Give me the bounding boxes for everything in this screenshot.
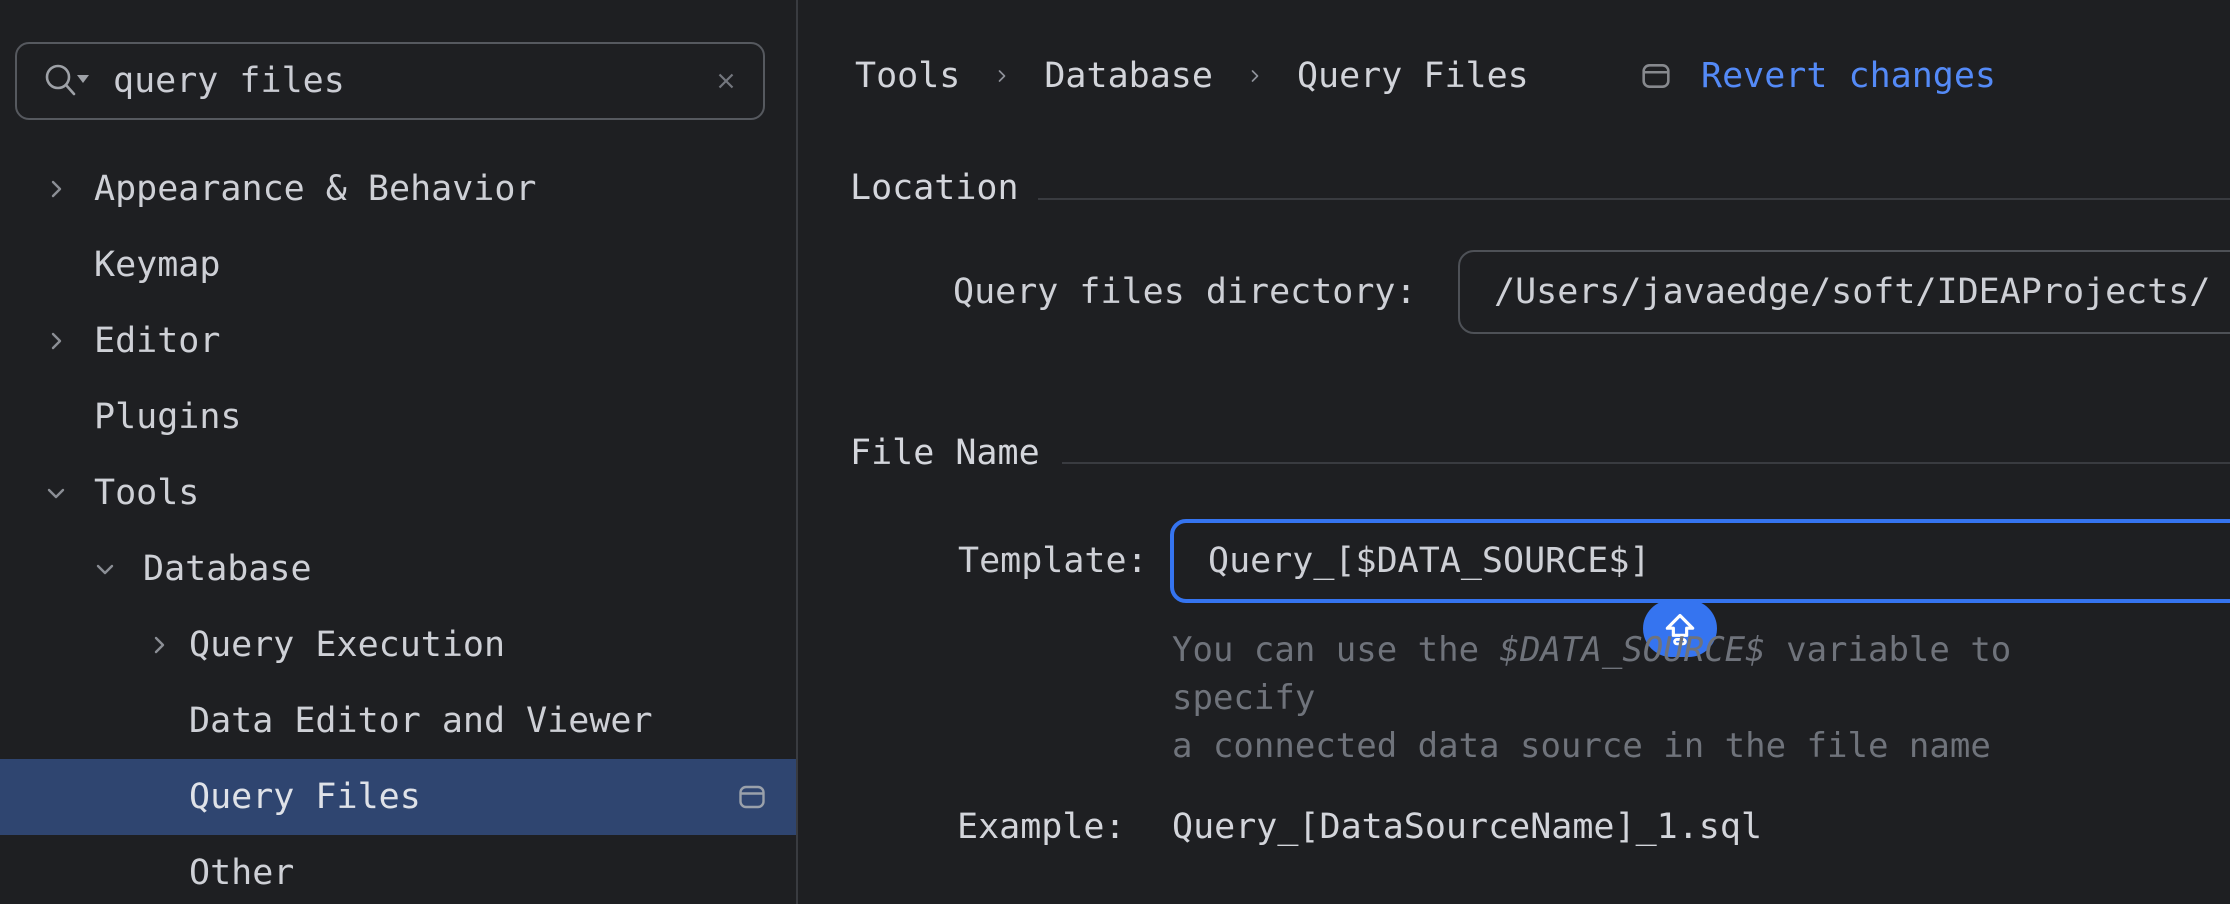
breadcrumb-separator-icon [1245, 66, 1265, 86]
sidebar-item-label: Appearance & Behavior [94, 169, 537, 209]
sidebar-item-label: Editor [94, 321, 220, 361]
modified-settings-icon [738, 783, 766, 811]
sidebar-item-query-files[interactable]: Query Files [0, 759, 796, 835]
revert-changes: Revert changes [1641, 46, 1996, 106]
sidebar-item-editor[interactable]: Editor [0, 303, 796, 379]
settings-sidebar: Appearance & Behavior Keymap Editor Plug… [0, 0, 796, 904]
sidebar-item-label: Database [143, 549, 312, 589]
sidebar-item-keymap[interactable]: Keymap [0, 227, 796, 303]
modified-settings-icon [1641, 61, 1671, 91]
chevron-right-icon[interactable] [43, 328, 69, 354]
chevron-down-icon[interactable] [43, 480, 69, 506]
template-input[interactable] [1174, 541, 2230, 581]
help-line-1: You can use the $DATA_SOURCE$ variable t… [1172, 626, 2011, 674]
template-help-text: You can use the $DATA_SOURCE$ variable t… [1172, 626, 2011, 770]
chevron-right-icon[interactable] [146, 632, 172, 658]
breadcrumb-separator-icon [992, 66, 1012, 86]
help-line-2: specify [1172, 674, 2011, 722]
help-line-3: a connected data source in the file name [1172, 722, 2011, 770]
sidebar-item-label: Other [189, 853, 294, 893]
breadcrumb-database[interactable]: Database [1044, 56, 1213, 96]
file-name-section-title: File Name [850, 429, 1040, 477]
example-label: Example: [957, 803, 1126, 851]
breadcrumb: Tools Database Query Files [855, 46, 1529, 106]
chevron-right-icon[interactable] [43, 176, 69, 202]
breadcrumb-tools[interactable]: Tools [855, 56, 960, 96]
clear-search-icon[interactable] [713, 68, 739, 94]
sidebar-item-label: Query Files [189, 777, 421, 817]
sidebar-item-label: Tools [94, 473, 199, 513]
sidebar-item-label: Data Editor and Viewer [189, 701, 653, 741]
template-label: Template: [958, 537, 1148, 585]
query-files-directory-label: Query files directory: [953, 268, 1417, 316]
sidebar-item-label: Plugins [94, 397, 242, 437]
chevron-down-icon[interactable] [92, 556, 118, 582]
location-section-title: Location [850, 164, 1019, 212]
settings-search-box[interactable] [15, 42, 765, 120]
section-divider [1062, 462, 2230, 464]
sidebar-item-plugins[interactable]: Plugins [0, 379, 796, 455]
sidebar-item-query-execution[interactable]: Query Execution [0, 607, 796, 683]
query-files-directory-field[interactable] [1458, 250, 2230, 334]
breadcrumb-query-files[interactable]: Query Files [1297, 56, 1529, 96]
panel-divider [796, 0, 798, 904]
sidebar-item-label: Query Execution [189, 625, 505, 665]
sidebar-item-other[interactable]: Other [0, 835, 796, 904]
revert-changes-link[interactable]: Revert changes [1701, 56, 1996, 96]
template-field[interactable] [1170, 519, 2230, 603]
sidebar-item-tools[interactable]: Tools [0, 455, 796, 531]
data-source-variable: $DATA_SOURCE$ [1500, 630, 1766, 670]
search-with-history-icon[interactable] [45, 63, 91, 99]
example-value: Query_[DataSourceName]_1.sql [1172, 803, 1762, 851]
sidebar-item-label: Keymap [94, 245, 220, 285]
section-divider [1038, 198, 2230, 200]
sidebar-item-data-editor-and-viewer[interactable]: Data Editor and Viewer [0, 683, 796, 759]
search-input[interactable] [113, 61, 713, 101]
settings-tree: Appearance & Behavior Keymap Editor Plug… [0, 151, 796, 904]
sidebar-item-appearance-behavior[interactable]: Appearance & Behavior [0, 151, 796, 227]
sidebar-item-database[interactable]: Database [0, 531, 796, 607]
query-files-directory-input[interactable] [1460, 272, 2230, 312]
